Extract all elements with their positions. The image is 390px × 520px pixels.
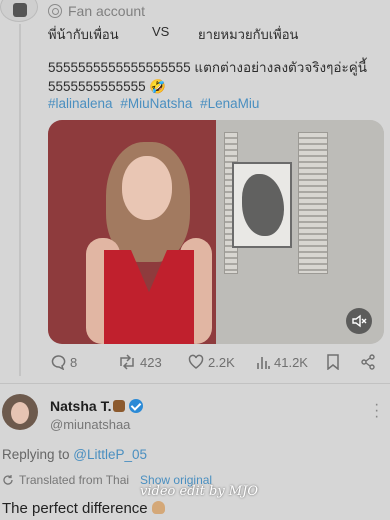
views-button[interactable]: 41.2K <box>256 354 308 370</box>
person-face <box>122 156 172 220</box>
hashtag-list: #lalinalena #MiuNatsha #LenaMiu <box>48 96 263 111</box>
reply-author-name[interactable]: Natsha T. <box>50 398 144 414</box>
avatar-face <box>11 402 29 424</box>
avatar-image <box>13 3 27 17</box>
clap-emoji-icon <box>151 501 165 514</box>
translated-label: Translated from Thai <box>19 473 130 487</box>
view-count: 41.2K <box>274 354 308 370</box>
vs-text: VS <box>152 24 170 39</box>
more-options-icon[interactable]: · · · <box>374 397 380 425</box>
reply-button[interactable]: 8 <box>50 354 77 370</box>
views-icon <box>257 357 270 369</box>
thread-line <box>19 24 21 376</box>
window-shutter <box>298 132 328 274</box>
heart-icon <box>188 354 204 369</box>
post-body: 5555555555555555555 แตกต่างอย่างลงตัวจริ… <box>48 58 378 96</box>
video-watermark: video edit by MJO <box>140 484 258 499</box>
reply-author-avatar[interactable] <box>2 394 38 430</box>
post-actions: 8 423 2.2K 41.2K <box>48 354 384 374</box>
fan-account-label: Fan account <box>68 3 146 19</box>
hashtag-link[interactable]: #lalinalena <box>48 96 113 111</box>
bear-emoji-icon <box>113 400 126 412</box>
reply-count: 8 <box>70 354 78 370</box>
mute-button[interactable] <box>346 308 372 334</box>
post-text-line-2: 5555555555555 🤣 <box>48 79 167 94</box>
reply-icon <box>51 355 66 370</box>
post-video[interactable] <box>48 120 384 344</box>
repost-button[interactable]: 423 <box>118 354 162 370</box>
reply-author-handle[interactable]: @miunatshaa <box>50 417 130 432</box>
fan-account-avatar[interactable] <box>0 0 38 22</box>
bird-drawing <box>242 174 284 236</box>
share-icon <box>361 354 375 370</box>
replying-prefix: Replying to <box>2 447 74 462</box>
hashtag-link[interactable]: #MiuNatsha <box>120 96 192 111</box>
repost-count: 423 <box>140 354 162 370</box>
hashtag-link[interactable]: #LenaMiu <box>200 96 259 111</box>
reply-text-body: The perfect difference <box>2 500 148 517</box>
repost-icon <box>120 354 134 370</box>
verified-badge-icon <box>129 399 144 413</box>
post-text-line-1: 5555555555555555555 แตกต่างอย่างลงตัวจริ… <box>48 60 368 75</box>
divider <box>0 383 390 384</box>
replying-to: Replying to @LittleP_05 <box>2 447 147 462</box>
share-button[interactable] <box>360 354 376 370</box>
vs-right-text: ยายหมวยกับเพื่อน <box>198 27 299 42</box>
like-button[interactable]: 2.2K <box>188 354 235 370</box>
vs-left-text: พี่น้ากับเพื่อน <box>48 27 119 42</box>
post-header: Fan account <box>0 0 390 22</box>
bookmark-icon <box>327 354 339 370</box>
translate-icon <box>3 475 13 485</box>
bookmark-button[interactable] <box>326 354 340 370</box>
fan-account-icon <box>48 4 62 18</box>
reply-text: The perfect difference <box>2 500 165 517</box>
wall-picture-frame <box>232 162 292 248</box>
post-vs-row: พี่น้ากับเพื่อน VS ยายหมวยกับเพื่อน <box>48 24 368 42</box>
replying-to-link[interactable]: @LittleP_05 <box>73 447 147 462</box>
mute-icon <box>352 314 367 328</box>
author-name-text: Natsha T. <box>50 398 112 414</box>
like-count: 2.2K <box>208 354 235 370</box>
